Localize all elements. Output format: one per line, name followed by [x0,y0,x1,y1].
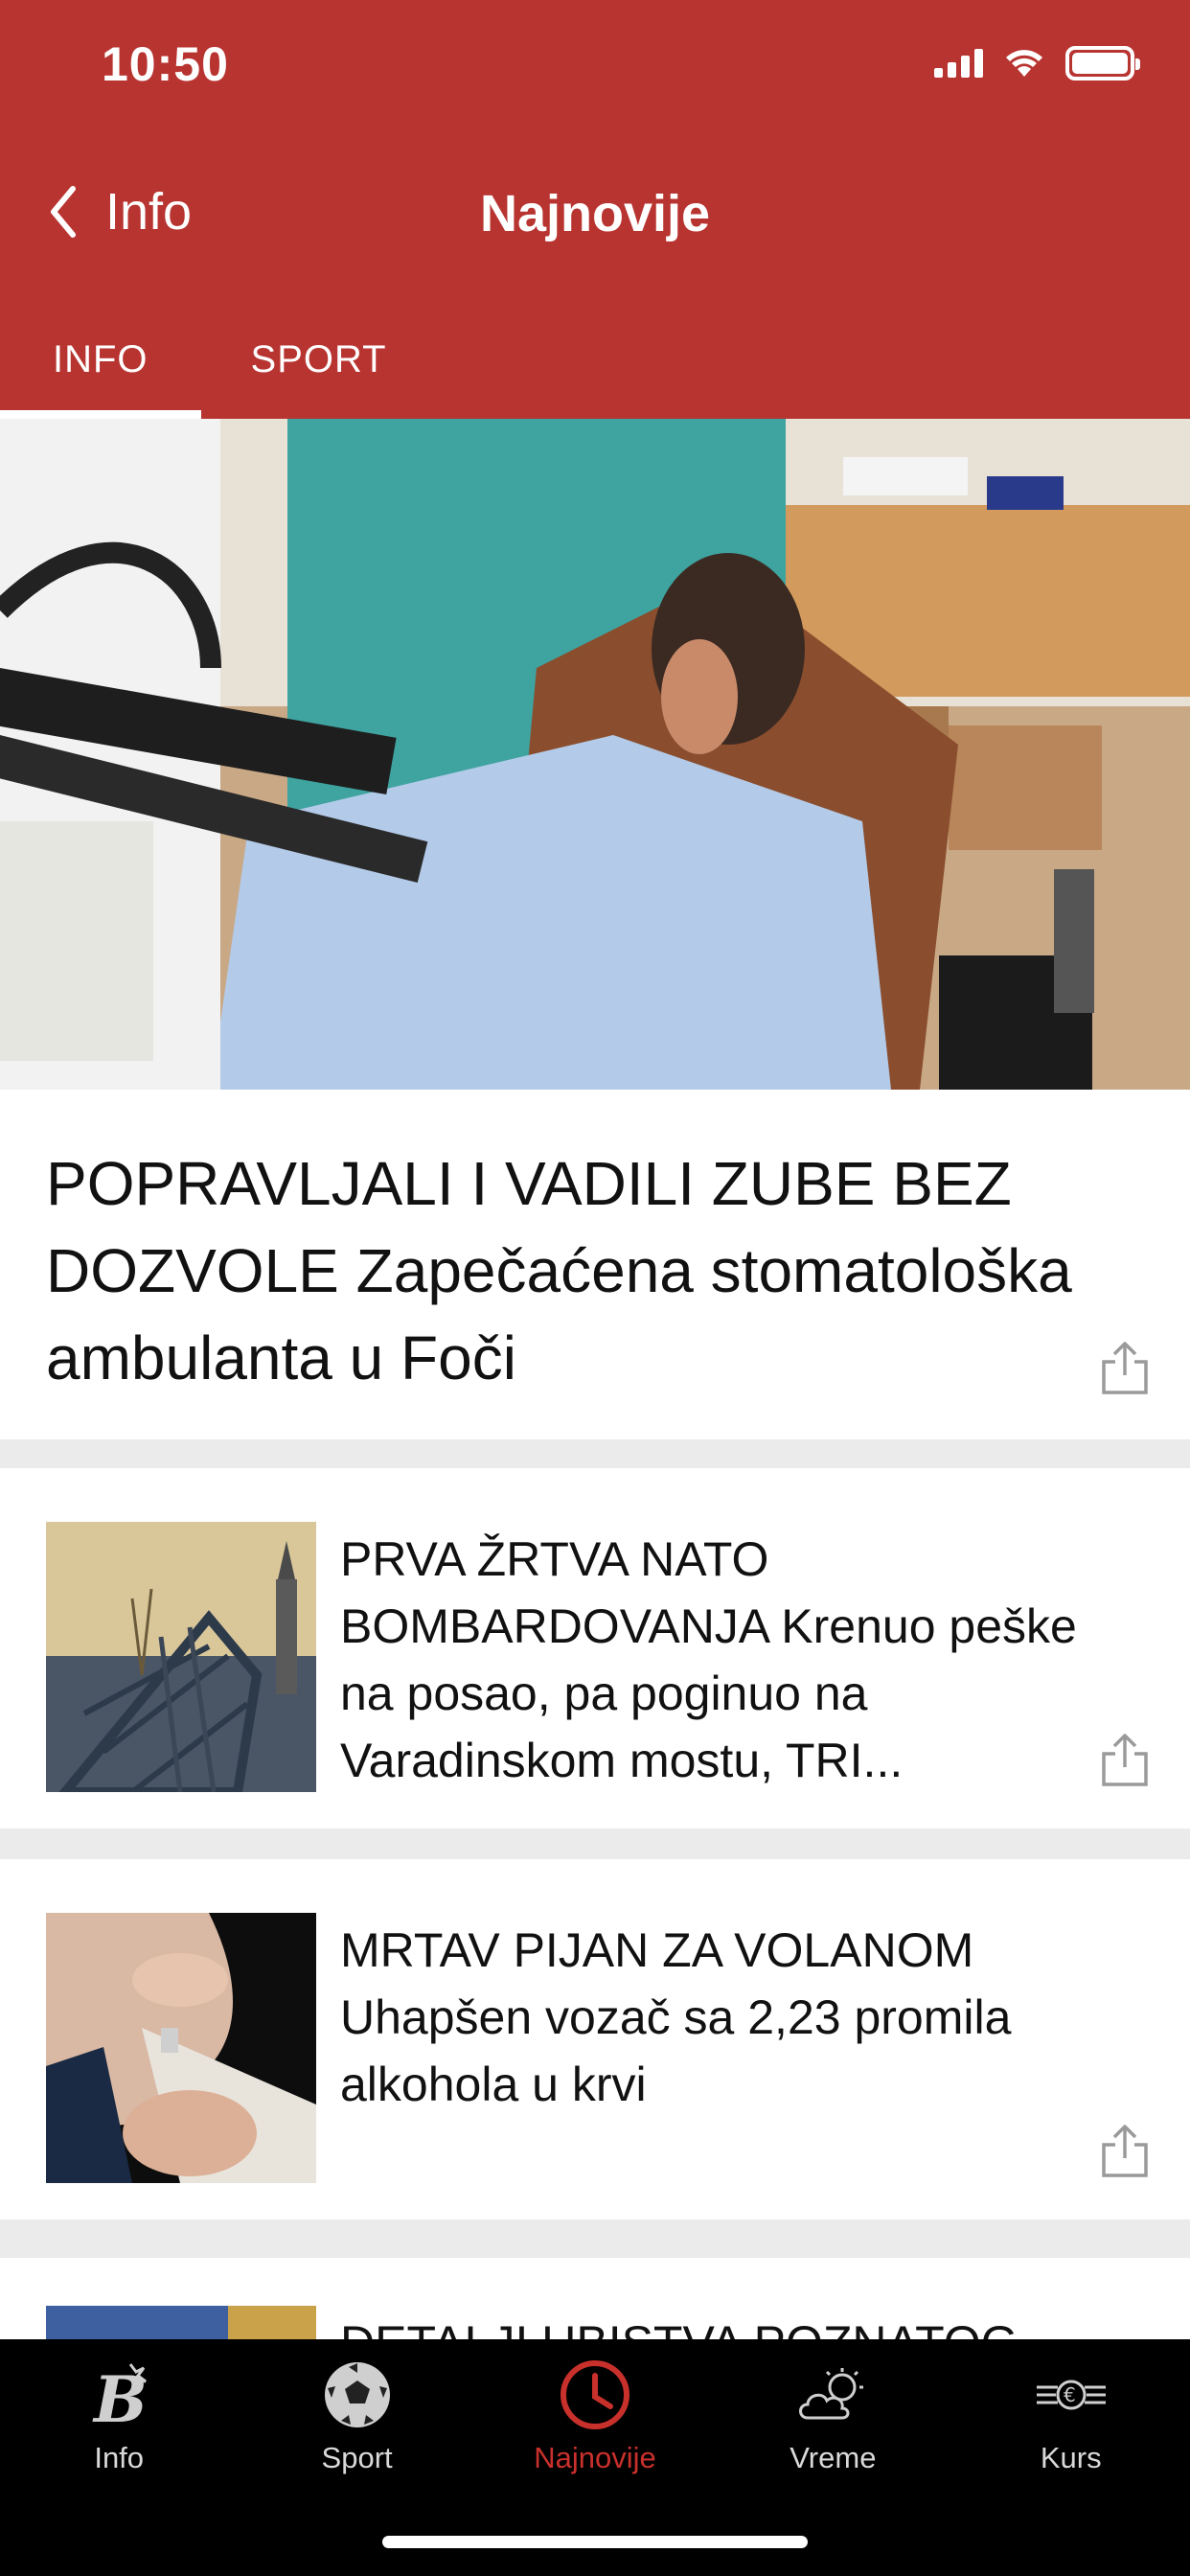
tabbar-label-info: Info [94,2441,145,2474]
share-icon[interactable] [1100,1341,1150,1394]
category-tabs: INFO SPORT [0,331,440,419]
tabbar-item-vreme[interactable]: Vreme [714,2339,951,2483]
share-icon[interactable] [1100,2124,1150,2177]
battery-icon [1065,46,1140,80]
tabbar-label-sport: Sport [321,2441,393,2474]
home-indicator[interactable] [382,2536,808,2548]
share-icon[interactable] [1100,1733,1150,1786]
clock-icon [557,2357,633,2433]
article-thumbnail[interactable] [46,1913,316,2183]
tabbar-item-sport[interactable]: Sport [238,2339,475,2483]
wifi-icon [1006,50,1042,77]
article-thumbnail[interactable] [46,1522,316,1792]
page-title: Najnovije [479,185,711,242]
tab-sport[interactable]: SPORT [201,331,440,419]
status-time: 10:50 [102,37,229,91]
featured-article-title[interactable]: POPRAVLJALI I VADILI ZUBE BEZ DOZVOLE Za… [46,1140,1081,1402]
cellular-signal-icon [934,49,983,78]
weather-cloud-sun-icon [794,2357,871,2433]
status-icons [934,46,1140,80]
tabbar-item-info[interactable]: B Info [0,2339,238,2483]
tabbar-item-kurs[interactable]: € Kurs [952,2339,1190,2483]
soccer-ball-icon [319,2357,396,2433]
tab-info[interactable]: INFO [0,331,201,419]
tabbar-item-najnovije[interactable]: Najnovije [476,2339,714,2483]
tabbar-label-najnovije: Najnovije [534,2441,656,2474]
hero-image[interactable] [0,419,1190,1090]
app-header: 10:50 Info Najnovije INFO SPORT [0,0,1190,419]
svg-text:€: € [1064,2383,1076,2406]
article-title[interactable]: MRTAV PIJAN ZA VOLANOM Uhapšen vozač sa … [340,1917,1135,2118]
tabbar-label-kurs: Kurs [1040,2441,1102,2474]
article-title[interactable]: PRVA ŽRTVA NATO BOMBARDOVANJA Krenuo peš… [340,1526,1135,1794]
b-logo-icon: B [80,2357,157,2433]
list-item[interactable]: MRTAV PIJAN ZA VOLANOM Uhapšen vozač sa … [0,1859,1190,2220]
featured-article[interactable]: POPRAVLJALI I VADILI ZUBE BEZ DOZVOLE Za… [0,1090,1190,1439]
currency-euro-icon: € [1033,2357,1110,2433]
list-item[interactable]: PRVA ŽRTVA NATO BOMBARDOVANJA Krenuo peš… [0,1468,1190,1828]
tabbar-label-vreme: Vreme [790,2441,877,2474]
